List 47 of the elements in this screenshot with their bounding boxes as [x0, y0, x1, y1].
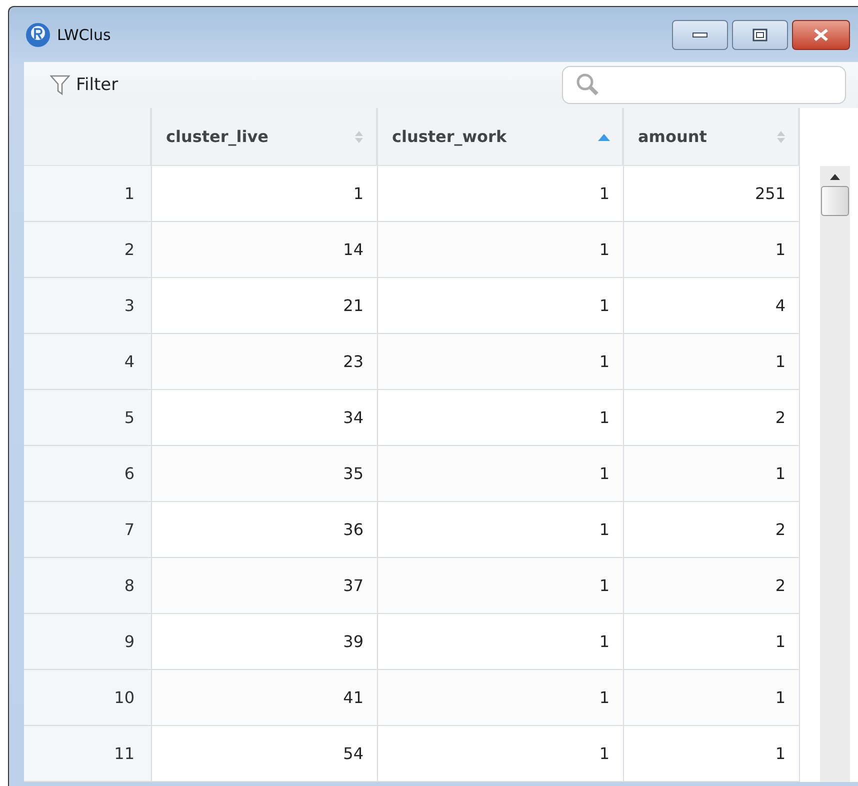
scroll-up-icon[interactable]	[830, 174, 840, 180]
maximize-icon	[752, 28, 768, 42]
close-icon	[812, 28, 830, 42]
row-number: 8	[24, 558, 151, 614]
minimize-button[interactable]	[672, 20, 728, 50]
table-cell: 1	[623, 726, 799, 782]
scrollbar-thumb[interactable]	[821, 186, 849, 216]
table-cell: 1	[377, 558, 623, 614]
row-number: 10	[24, 670, 151, 726]
app-logo-icon	[25, 22, 51, 48]
table-cell: 1	[377, 446, 623, 502]
row-number: 4	[24, 334, 151, 390]
table-cell: 1	[377, 670, 623, 726]
scrollbar[interactable]	[820, 166, 850, 782]
table-cell: 23	[151, 334, 377, 390]
search-field[interactable]	[562, 66, 846, 104]
row-number: 9	[24, 614, 151, 670]
table-cell: 1	[623, 446, 799, 502]
table-cell: 1	[377, 334, 623, 390]
row-number: 11	[24, 726, 151, 782]
row-number: 7	[24, 502, 151, 558]
filter-icon	[50, 74, 70, 96]
row-number: 1	[24, 166, 151, 222]
row-number: 6	[24, 446, 151, 502]
table-cell: 1	[623, 222, 799, 278]
row-number: 5	[24, 390, 151, 446]
table-cell: 1	[377, 726, 623, 782]
row-number: 2	[24, 222, 151, 278]
maximize-button[interactable]	[732, 20, 788, 50]
window-title: LWClus	[57, 26, 112, 44]
column-header[interactable]: cluster_work	[377, 108, 623, 166]
table-cell: 41	[151, 670, 377, 726]
table-cell: 35	[151, 446, 377, 502]
close-button[interactable]	[792, 20, 850, 50]
table-cell: 1	[623, 670, 799, 726]
column-header[interactable]: amount	[623, 108, 799, 166]
filter-button[interactable]: Filter	[50, 74, 118, 96]
row-number: 3	[24, 278, 151, 334]
table-cell: 2	[623, 558, 799, 614]
table-cell: 14	[151, 222, 377, 278]
table-cell: 1	[377, 222, 623, 278]
table-cell: 54	[151, 726, 377, 782]
table-cell: 1	[623, 334, 799, 390]
minimize-icon	[692, 32, 708, 38]
search-icon	[575, 72, 601, 98]
column-header[interactable]: cluster_live	[151, 108, 377, 166]
table-cell: 37	[151, 558, 377, 614]
